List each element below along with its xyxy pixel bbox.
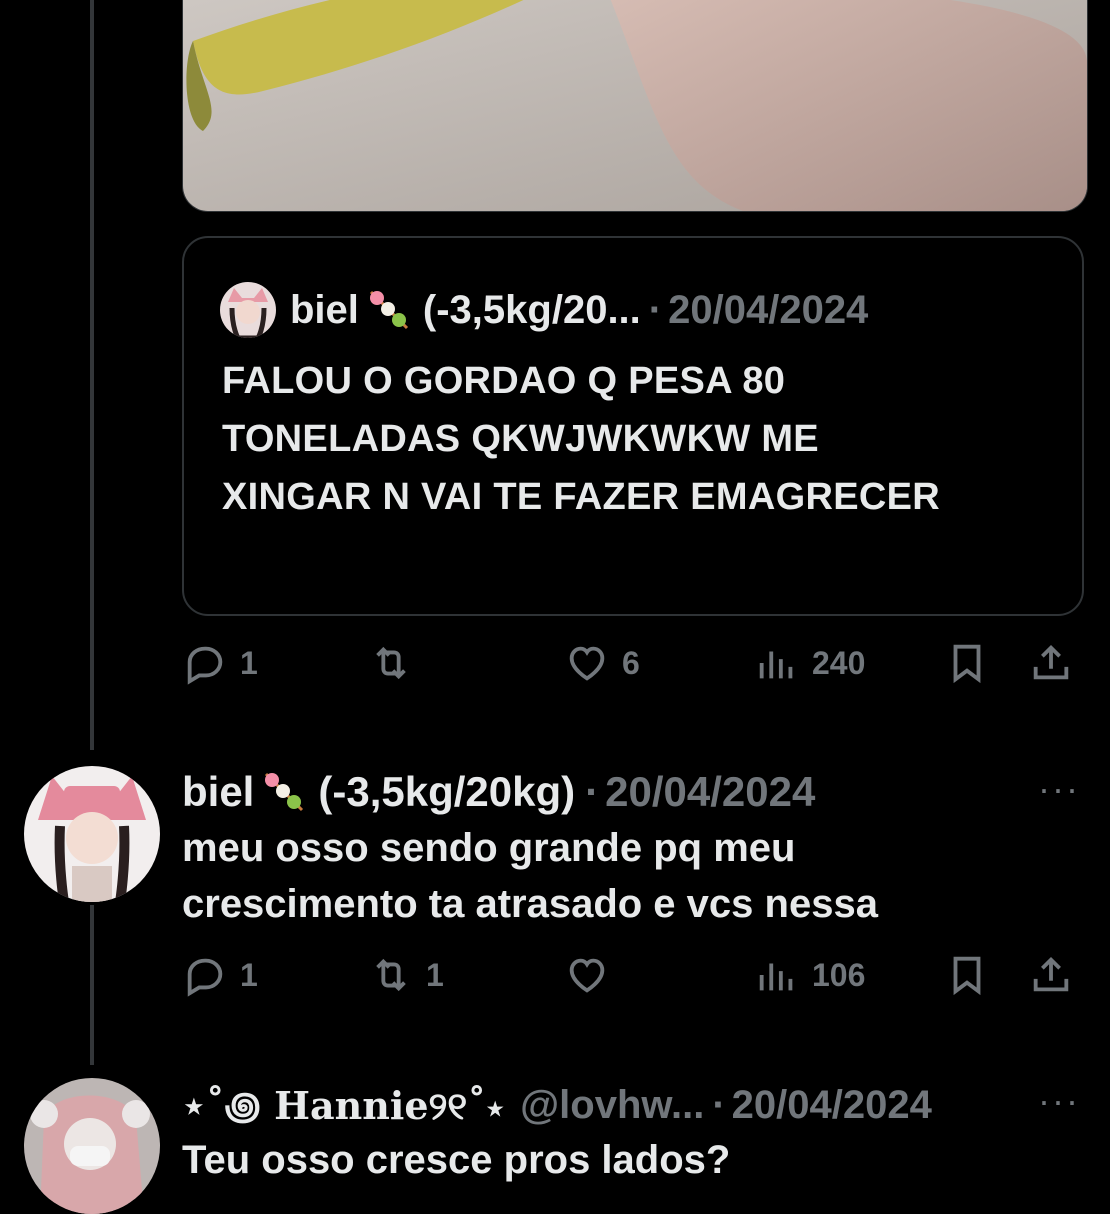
repost-icon	[376, 646, 406, 680]
reply-post[interactable]: biel (-3,5kg/20kg) · 20/04/2024 ··· meu …	[0, 760, 1110, 1060]
author-name[interactable]: ⋆˚꩜ Hannie୨୧˚⋆	[182, 1078, 504, 1133]
quoted-date[interactable]: 20/04/2024	[668, 288, 868, 333]
post-actions-bar: 1 1 106	[182, 952, 1082, 1012]
like-icon	[569, 958, 605, 993]
post-media-image[interactable]	[182, 0, 1088, 212]
separator-dot: ·	[648, 287, 663, 332]
reply-icon	[187, 958, 223, 997]
post-header: biel (-3,5kg/20kg) · 20/04/2024	[182, 766, 815, 818]
author-handle[interactable]: @lovhw...	[520, 1083, 704, 1128]
author-display-suffix[interactable]: (-3,5kg/20kg)	[318, 768, 575, 816]
like-icon	[569, 646, 605, 681]
quoted-author-avatar[interactable]	[220, 282, 276, 338]
bookmark-icon	[953, 644, 981, 684]
reply-count: 1	[240, 644, 258, 681]
like-button[interactable]: 6	[564, 640, 640, 686]
author-name[interactable]: biel	[182, 768, 254, 816]
post-text: meu osso sendo grande pq meu crescimento…	[182, 826, 878, 926]
quoted-author-name[interactable]: biel	[290, 288, 359, 333]
bookmark-button[interactable]	[944, 952, 1002, 998]
post-text: Teu osso cresce pros lados?	[182, 1138, 731, 1182]
dango-emoji-icon	[369, 290, 408, 330]
views-icon	[759, 651, 793, 679]
separator-dot: ·	[712, 1083, 726, 1127]
share-icon	[1033, 644, 1069, 680]
bookmark-icon	[953, 956, 981, 996]
reply-button[interactable]: 1	[182, 640, 258, 686]
bookmark-button[interactable]	[944, 640, 1002, 686]
views-count: 240	[812, 644, 866, 681]
repost-count: 1	[426, 956, 444, 993]
post-actions-bar: 1 6 240	[182, 640, 1082, 700]
dango-emoji-icon	[265, 772, 304, 812]
repost-icon	[376, 958, 406, 992]
post-date[interactable]: 20/04/2024	[732, 1083, 932, 1128]
post-date[interactable]: 20/04/2024	[605, 768, 815, 816]
quoted-tweet-text: FALOU O GORDAO Q PESA 80 TONELADAS QKWJW…	[222, 360, 940, 518]
reply-post[interactable]: ⋆˚꩜ Hannie୨୧˚⋆ @lovhw... · 20/04/2024 ··…	[0, 1072, 1110, 1214]
share-icon	[1033, 956, 1069, 992]
thread-line-top	[90, 0, 94, 750]
repost-button[interactable]	[368, 640, 426, 686]
separator-dot: ·	[585, 768, 600, 815]
author-avatar[interactable]	[24, 1078, 160, 1214]
quoted-author-handle[interactable]: (-3,5kg/20...	[423, 288, 641, 333]
views-button[interactable]: 106	[754, 952, 865, 998]
reply-icon	[187, 646, 223, 685]
reply-count: 1	[240, 956, 258, 993]
like-button[interactable]	[564, 952, 622, 998]
author-avatar[interactable]	[24, 766, 160, 902]
quoted-tweet-header: biel (-3,5kg/20... · 20/04/2024	[220, 282, 868, 338]
views-count: 106	[812, 956, 866, 993]
more-icon[interactable]: ···	[1038, 1080, 1080, 1122]
views-button[interactable]: 240	[754, 640, 865, 686]
reply-button[interactable]: 1	[182, 952, 258, 998]
share-button[interactable]	[1028, 640, 1086, 686]
like-count: 6	[622, 644, 640, 681]
views-icon	[759, 963, 793, 991]
post-header: ⋆˚꩜ Hannie୨୧˚⋆ @lovhw... · 20/04/2024	[182, 1078, 932, 1133]
repost-button[interactable]: 1	[368, 952, 444, 998]
share-button[interactable]	[1028, 952, 1086, 998]
quoted-tweet-card[interactable]: biel (-3,5kg/20... · 20/04/2024 FALOU O …	[182, 236, 1084, 616]
media-photo	[183, 0, 1087, 211]
more-icon[interactable]: ···	[1038, 768, 1080, 810]
